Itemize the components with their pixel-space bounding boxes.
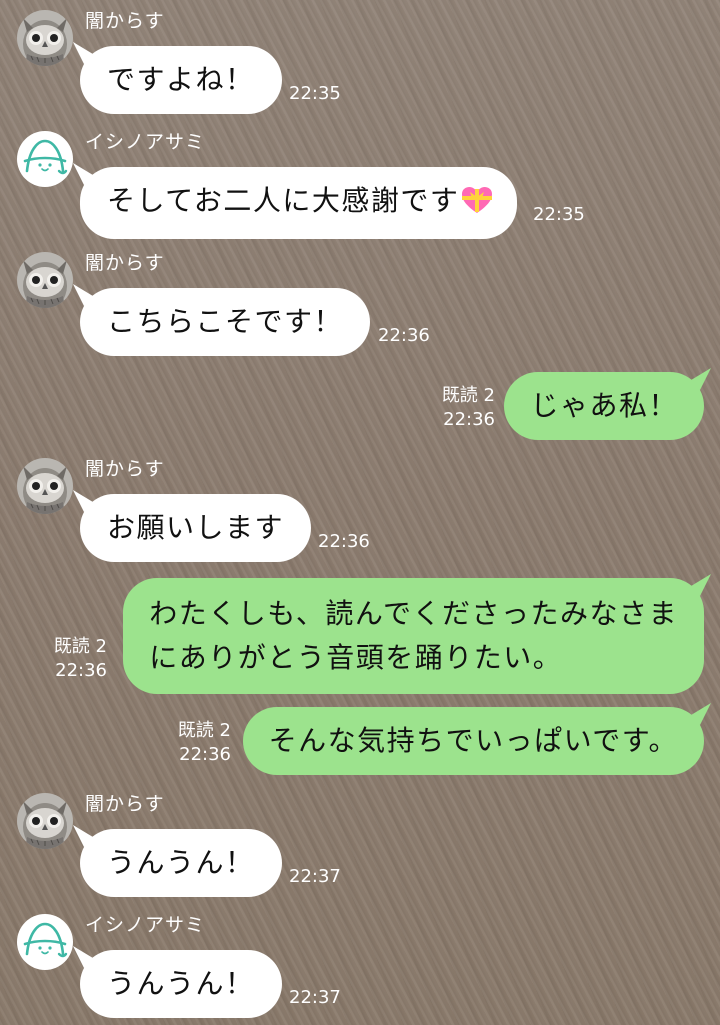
read-status: 既読 2: [53, 636, 107, 657]
message-bubble[interactable]: お願いします: [80, 494, 312, 562]
chat-message-list[interactable]: 闇からす ですよね！ 22:35 イシノアサミ そしてお二人に大感謝です 22:…: [0, 0, 720, 1025]
message-time: 22:36: [318, 531, 370, 552]
read-status: 既読 2: [441, 385, 495, 406]
message-time: 22:35: [533, 204, 585, 225]
message-bubble[interactable]: そしてお二人に大感謝です: [80, 167, 518, 239]
message-text-line: わたくしも、読んでくださったみなさま: [149, 597, 678, 630]
message-text: そしてお二人に大感謝です: [107, 184, 460, 217]
ishino-logo-avatar[interactable]: [17, 914, 73, 970]
message-time: 22:36: [179, 744, 231, 765]
sender-name: 闇からす: [85, 458, 165, 480]
message-time: 22:37: [289, 866, 341, 887]
message-time: 22:37: [289, 987, 341, 1008]
message-text-line: にありがとう音頭を踊りたい。: [149, 641, 563, 674]
message-bubble[interactable]: こちらこそです！: [80, 288, 371, 356]
message-bubble[interactable]: じゃあ私！: [504, 372, 704, 440]
message-time: 22:36: [378, 325, 430, 346]
read-status: 既読 2: [177, 720, 231, 741]
read-receipt: 既読 2 22:36: [178, 719, 231, 767]
sender-name: 闇からす: [85, 10, 165, 32]
read-receipt: 既読 2 22:36: [54, 635, 107, 683]
ishino-logo-avatar[interactable]: [17, 131, 73, 187]
sender-name: イシノアサミ: [85, 914, 206, 936]
sender-name: 闇からす: [85, 793, 165, 815]
message-bubble[interactable]: そんな気持ちでいっぱいです。: [242, 707, 704, 775]
message-bubble[interactable]: わたくしも、読んでくださったみなさま にありがとう音頭を踊りたい。: [123, 578, 704, 694]
sender-name: イシノアサミ: [85, 131, 206, 153]
owl-avatar[interactable]: [17, 252, 73, 308]
message-time: 22:36: [55, 660, 107, 681]
owl-avatar[interactable]: [17, 793, 73, 849]
owl-avatar[interactable]: [17, 10, 73, 66]
sender-name: 闇からす: [85, 252, 165, 274]
message-bubble[interactable]: うんうん！: [80, 829, 282, 897]
message-time: 22:36: [443, 409, 495, 430]
message-bubble[interactable]: うんうん！: [80, 950, 282, 1018]
message-time: 22:35: [289, 83, 341, 104]
read-receipt: 既読 2 22:36: [442, 384, 495, 432]
heart-with-ribbon-icon: [461, 186, 493, 223]
owl-avatar[interactable]: [17, 458, 73, 514]
message-bubble[interactable]: ですよね！: [80, 46, 282, 114]
